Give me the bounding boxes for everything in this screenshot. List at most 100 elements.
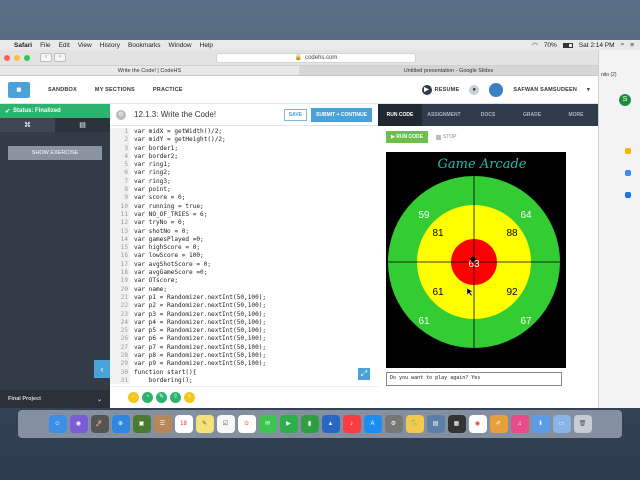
app-store-icon[interactable]: A bbox=[363, 415, 382, 433]
code-line[interactable]: var highScore = 0; bbox=[134, 244, 266, 252]
keynote-icon[interactable]: ▲ bbox=[321, 415, 340, 433]
calendar-icon[interactable]: 18 bbox=[174, 415, 193, 433]
menu-app-name[interactable]: Safari bbox=[14, 42, 32, 49]
code-line[interactable]: var avgShotScore = 0; bbox=[134, 261, 266, 269]
browser-tab-codehs[interactable]: Write the Code! | CodeHS bbox=[0, 66, 299, 75]
code-line[interactable]: var midX = getWidth()/2; bbox=[134, 128, 266, 136]
close-window-button[interactable] bbox=[4, 54, 10, 61]
tab-assignment[interactable]: ASSIGNMENT bbox=[422, 104, 466, 126]
code-line[interactable]: var p3 = Randomizer.nextInt(50,100); bbox=[134, 311, 266, 319]
chevron-down-icon[interactable]: ▾ bbox=[587, 87, 590, 93]
photos-icon[interactable]: ✿ bbox=[237, 415, 256, 433]
upload-icon[interactable]: ⇧ bbox=[170, 392, 181, 403]
tasks-icon[interactable] bbox=[625, 192, 631, 198]
nav-my-sections[interactable]: MY SECTIONS bbox=[95, 87, 135, 93]
python-icon[interactable]: 🐍 bbox=[405, 415, 424, 433]
code-line[interactable]: var score = 0; bbox=[134, 194, 266, 202]
tab-grade[interactable]: GRADE bbox=[510, 104, 554, 126]
code-line[interactable]: var point; bbox=[134, 186, 266, 194]
wifi-icon[interactable]: ◠ bbox=[532, 41, 538, 49]
menu-view[interactable]: View bbox=[78, 42, 92, 49]
downloads-icon[interactable]: ⬇ bbox=[531, 415, 550, 433]
facetime-icon[interactable]: ▶ bbox=[279, 415, 298, 433]
minus-icon[interactable]: − bbox=[128, 392, 139, 403]
console-output[interactable]: Do you want to play again? Yes bbox=[386, 372, 562, 386]
preview-icon[interactable]: ▤ bbox=[426, 415, 445, 433]
collapse-sidebar-icon[interactable]: ‹ bbox=[94, 360, 110, 378]
code-line[interactable]: var gamesPlayed =0; bbox=[134, 236, 266, 244]
run-code-button[interactable]: ▶ RUN CODE bbox=[386, 131, 428, 143]
numbers-icon[interactable]: ▮ bbox=[300, 415, 319, 433]
plus-icon[interactable]: + bbox=[184, 392, 195, 403]
menu-history[interactable]: History bbox=[100, 42, 120, 49]
photos-app-icon[interactable]: ▣ bbox=[132, 415, 151, 433]
save-button[interactable]: SAVE bbox=[283, 108, 308, 121]
menu-help[interactable]: Help bbox=[200, 42, 213, 49]
code-line[interactable]: var ring1; bbox=[134, 161, 266, 169]
code-line[interactable]: var NO_OF_TRIES = 6; bbox=[134, 211, 266, 219]
code-line[interactable]: var shotNo = 0; bbox=[134, 228, 266, 236]
keep-icon[interactable] bbox=[625, 170, 631, 176]
finder-icon[interactable]: ☺ bbox=[48, 415, 67, 433]
user-avatar[interactable] bbox=[489, 82, 504, 97]
address-bar[interactable]: 🔒 codehs.com bbox=[216, 52, 416, 63]
siri-icon[interactable]: ◉ bbox=[69, 415, 88, 433]
tab-code-icon[interactable]: ⌘ bbox=[0, 118, 55, 132]
pages-icon[interactable]: ✐ bbox=[489, 415, 508, 433]
code-line[interactable]: bordering(); bbox=[134, 377, 266, 384]
calendar-icon[interactable] bbox=[625, 148, 631, 154]
show-exercise-button[interactable]: SHOW EXERCISE bbox=[8, 146, 102, 160]
history-icon[interactable]: ◔ bbox=[142, 392, 153, 403]
game-canvas[interactable]: Game Arcade 59 64 61 67 81 88 61 92 63 bbox=[386, 152, 566, 368]
google-avatar[interactable]: S bbox=[619, 94, 631, 106]
launchpad-icon[interactable]: 🚀 bbox=[90, 415, 109, 433]
code-line[interactable]: var p2 = Randomizer.nextInt(50,100); bbox=[134, 302, 266, 310]
menu-edit[interactable]: Edit bbox=[59, 42, 70, 49]
contacts-icon[interactable]: ☰ bbox=[153, 415, 172, 433]
code-line[interactable]: var OTscore; bbox=[134, 277, 266, 285]
code-line[interactable]: var name; bbox=[134, 286, 266, 294]
final-project-footer[interactable]: Final Project ⌄ bbox=[0, 390, 110, 408]
gear-icon[interactable]: ⚙ bbox=[116, 109, 126, 120]
menu-file[interactable]: File bbox=[40, 42, 50, 49]
trash-icon[interactable]: 🗑 bbox=[573, 415, 592, 433]
messages-icon[interactable]: ✉ bbox=[258, 415, 277, 433]
code-line[interactable]: var p9 = Randomizer.nextInt(50,100); bbox=[134, 360, 266, 368]
safari-icon[interactable]: ⊕ bbox=[111, 415, 130, 433]
forward-icon[interactable]: › bbox=[54, 53, 66, 62]
code-lines[interactable]: var midX = getWidth()/2; var midY = getHe… bbox=[134, 128, 266, 384]
battery-icon[interactable] bbox=[562, 42, 573, 48]
notification-center-icon[interactable]: ≡ bbox=[630, 42, 634, 49]
code-line[interactable]: var avgGameScore =0; bbox=[134, 269, 266, 277]
code-line[interactable]: var p7 = Randomizer.nextInt(50,100); bbox=[134, 344, 266, 352]
code-line[interactable]: var p4 = Randomizer.nextInt(50,100); bbox=[134, 319, 266, 327]
back-icon[interactable]: ‹ bbox=[40, 53, 52, 62]
music-icon[interactable]: ♪ bbox=[342, 415, 361, 433]
zoom-window-button[interactable] bbox=[24, 54, 30, 61]
tab-docs[interactable]: DOCS bbox=[466, 104, 510, 126]
game-canvas-svg[interactable]: Game Arcade 59 64 61 67 81 88 61 92 63 bbox=[386, 152, 566, 368]
code-line[interactable]: var ring3; bbox=[134, 178, 266, 186]
tab-run-code[interactable]: RUN CODE bbox=[378, 104, 422, 126]
code-line[interactable]: var lowScore = 100; bbox=[134, 252, 266, 260]
code-line[interactable]: var border2; bbox=[134, 153, 266, 161]
code-area[interactable]: 1 2 3 4 5 6 7 8 9 10 11 12 13 14 15 16 17 18 19 20 21 22 23 24 2… bbox=[110, 128, 378, 384]
menu-bookmarks[interactable]: Bookmarks bbox=[128, 42, 161, 49]
code-line[interactable]: function start(){ bbox=[134, 369, 266, 377]
battery-percent[interactable]: 70% bbox=[544, 42, 557, 49]
tab-calendar-icon[interactable]: ▤ bbox=[55, 118, 110, 132]
documents-icon[interactable]: ▭ bbox=[552, 415, 571, 433]
code-line[interactable]: var p6 = Randomizer.nextInt(50,100); bbox=[134, 335, 266, 343]
tab-more[interactable]: MORE bbox=[554, 104, 598, 126]
chrome-icon[interactable]: ◉ bbox=[468, 415, 487, 433]
itunes-icon[interactable]: ♫ bbox=[510, 415, 529, 433]
minimize-window-button[interactable] bbox=[14, 54, 20, 61]
codehs-logo[interactable]: ▦ bbox=[8, 81, 30, 98]
code-line[interactable]: var running = true; bbox=[134, 203, 266, 211]
expand-editor-icon[interactable]: ⤢ bbox=[358, 368, 370, 380]
nav-practice[interactable]: PRACTICE bbox=[153, 87, 183, 93]
stop-button[interactable]: STOP bbox=[435, 134, 456, 140]
browser-tab-slides[interactable]: Untitled presentation - Google Slides bbox=[299, 66, 598, 75]
notes-icon[interactable]: ✎ bbox=[195, 415, 214, 433]
resume-link[interactable]: ▶ RESUME bbox=[421, 84, 460, 95]
